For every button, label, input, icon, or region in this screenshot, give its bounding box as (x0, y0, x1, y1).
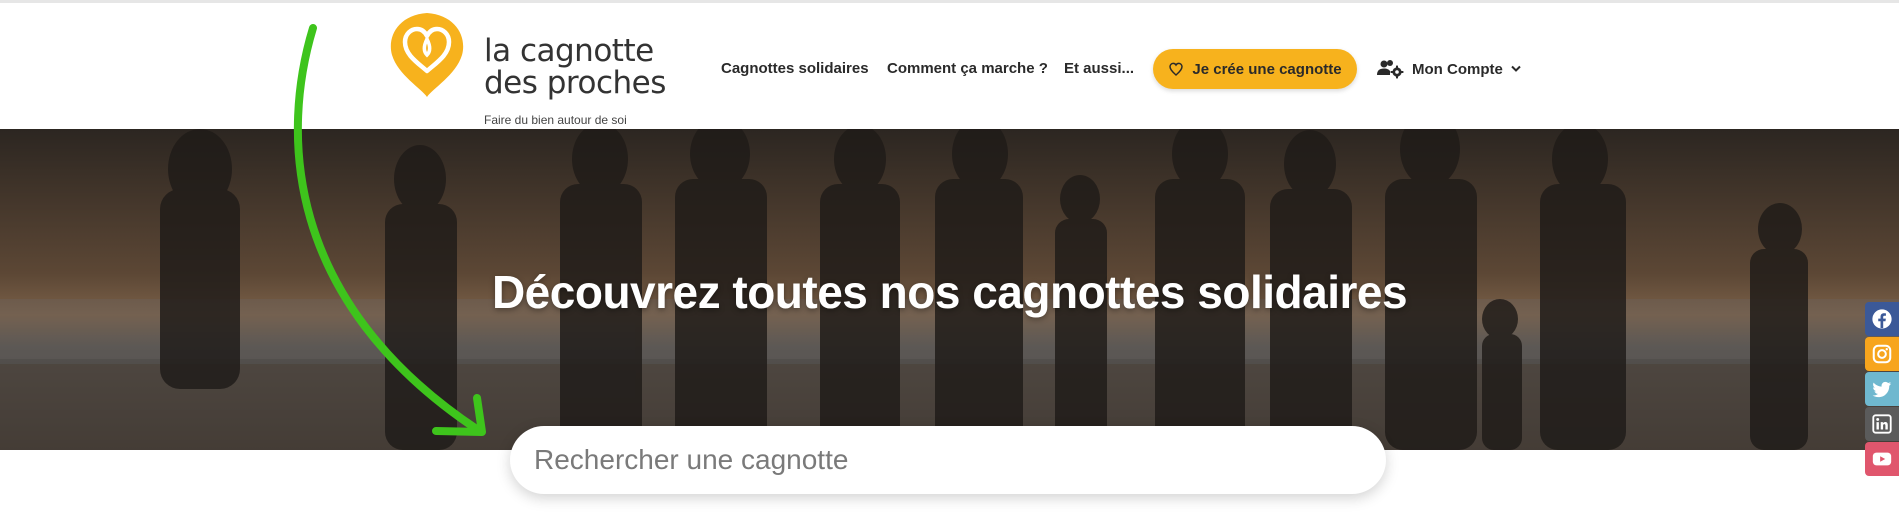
logo-line-2: des proches (484, 65, 666, 101)
logo-tagline: Faire du bien autour de soi (484, 113, 627, 127)
facebook-button[interactable] (1865, 302, 1899, 336)
linkedin-button[interactable] (1865, 407, 1899, 441)
nav-et-aussi[interactable]: Et aussi... (1064, 49, 1134, 89)
nav-comment-ca-marche[interactable]: Comment ça marche ? (887, 49, 1048, 89)
search-bar[interactable] (510, 426, 1386, 494)
instagram-icon (1872, 344, 1892, 364)
account-label: Mon Compte (1412, 60, 1503, 78)
heart-icon (1169, 62, 1184, 77)
create-cagnotte-label: Je crée une cagnotte (1192, 60, 1342, 78)
facebook-icon (1872, 309, 1892, 329)
chevron-down-icon (1511, 65, 1521, 72)
site-logo[interactable]: la cagnotte des proches Faire du bien au… (388, 9, 688, 129)
hero-banner: Découvrez toutes nos cagnottes solidaire… (0, 129, 1899, 450)
twitter-icon (1872, 381, 1892, 398)
social-share-bar (1865, 302, 1899, 477)
site-header: la cagnotte des proches Faire du bien au… (0, 3, 1899, 129)
heart-pin-logo-icon (390, 13, 464, 97)
search-input[interactable] (534, 426, 1354, 494)
linkedin-icon (1872, 414, 1892, 434)
logo-line-1: la cagnotte (484, 33, 654, 69)
account-menu[interactable]: Mon Compte (1376, 49, 1521, 89)
instagram-button[interactable] (1865, 337, 1899, 371)
hero-title: Découvrez toutes nos cagnottes solidaire… (491, 266, 1408, 318)
youtube-button[interactable] (1865, 442, 1899, 476)
youtube-icon (1872, 452, 1892, 466)
twitter-button[interactable] (1865, 372, 1899, 406)
nav-cagnottes-solidaires[interactable]: Cagnottes solidaires (721, 49, 869, 89)
users-gear-icon (1377, 60, 1404, 79)
create-cagnotte-button[interactable]: Je crée une cagnotte (1153, 49, 1357, 89)
logo-wordmark: la cagnotte des proches (484, 35, 666, 99)
